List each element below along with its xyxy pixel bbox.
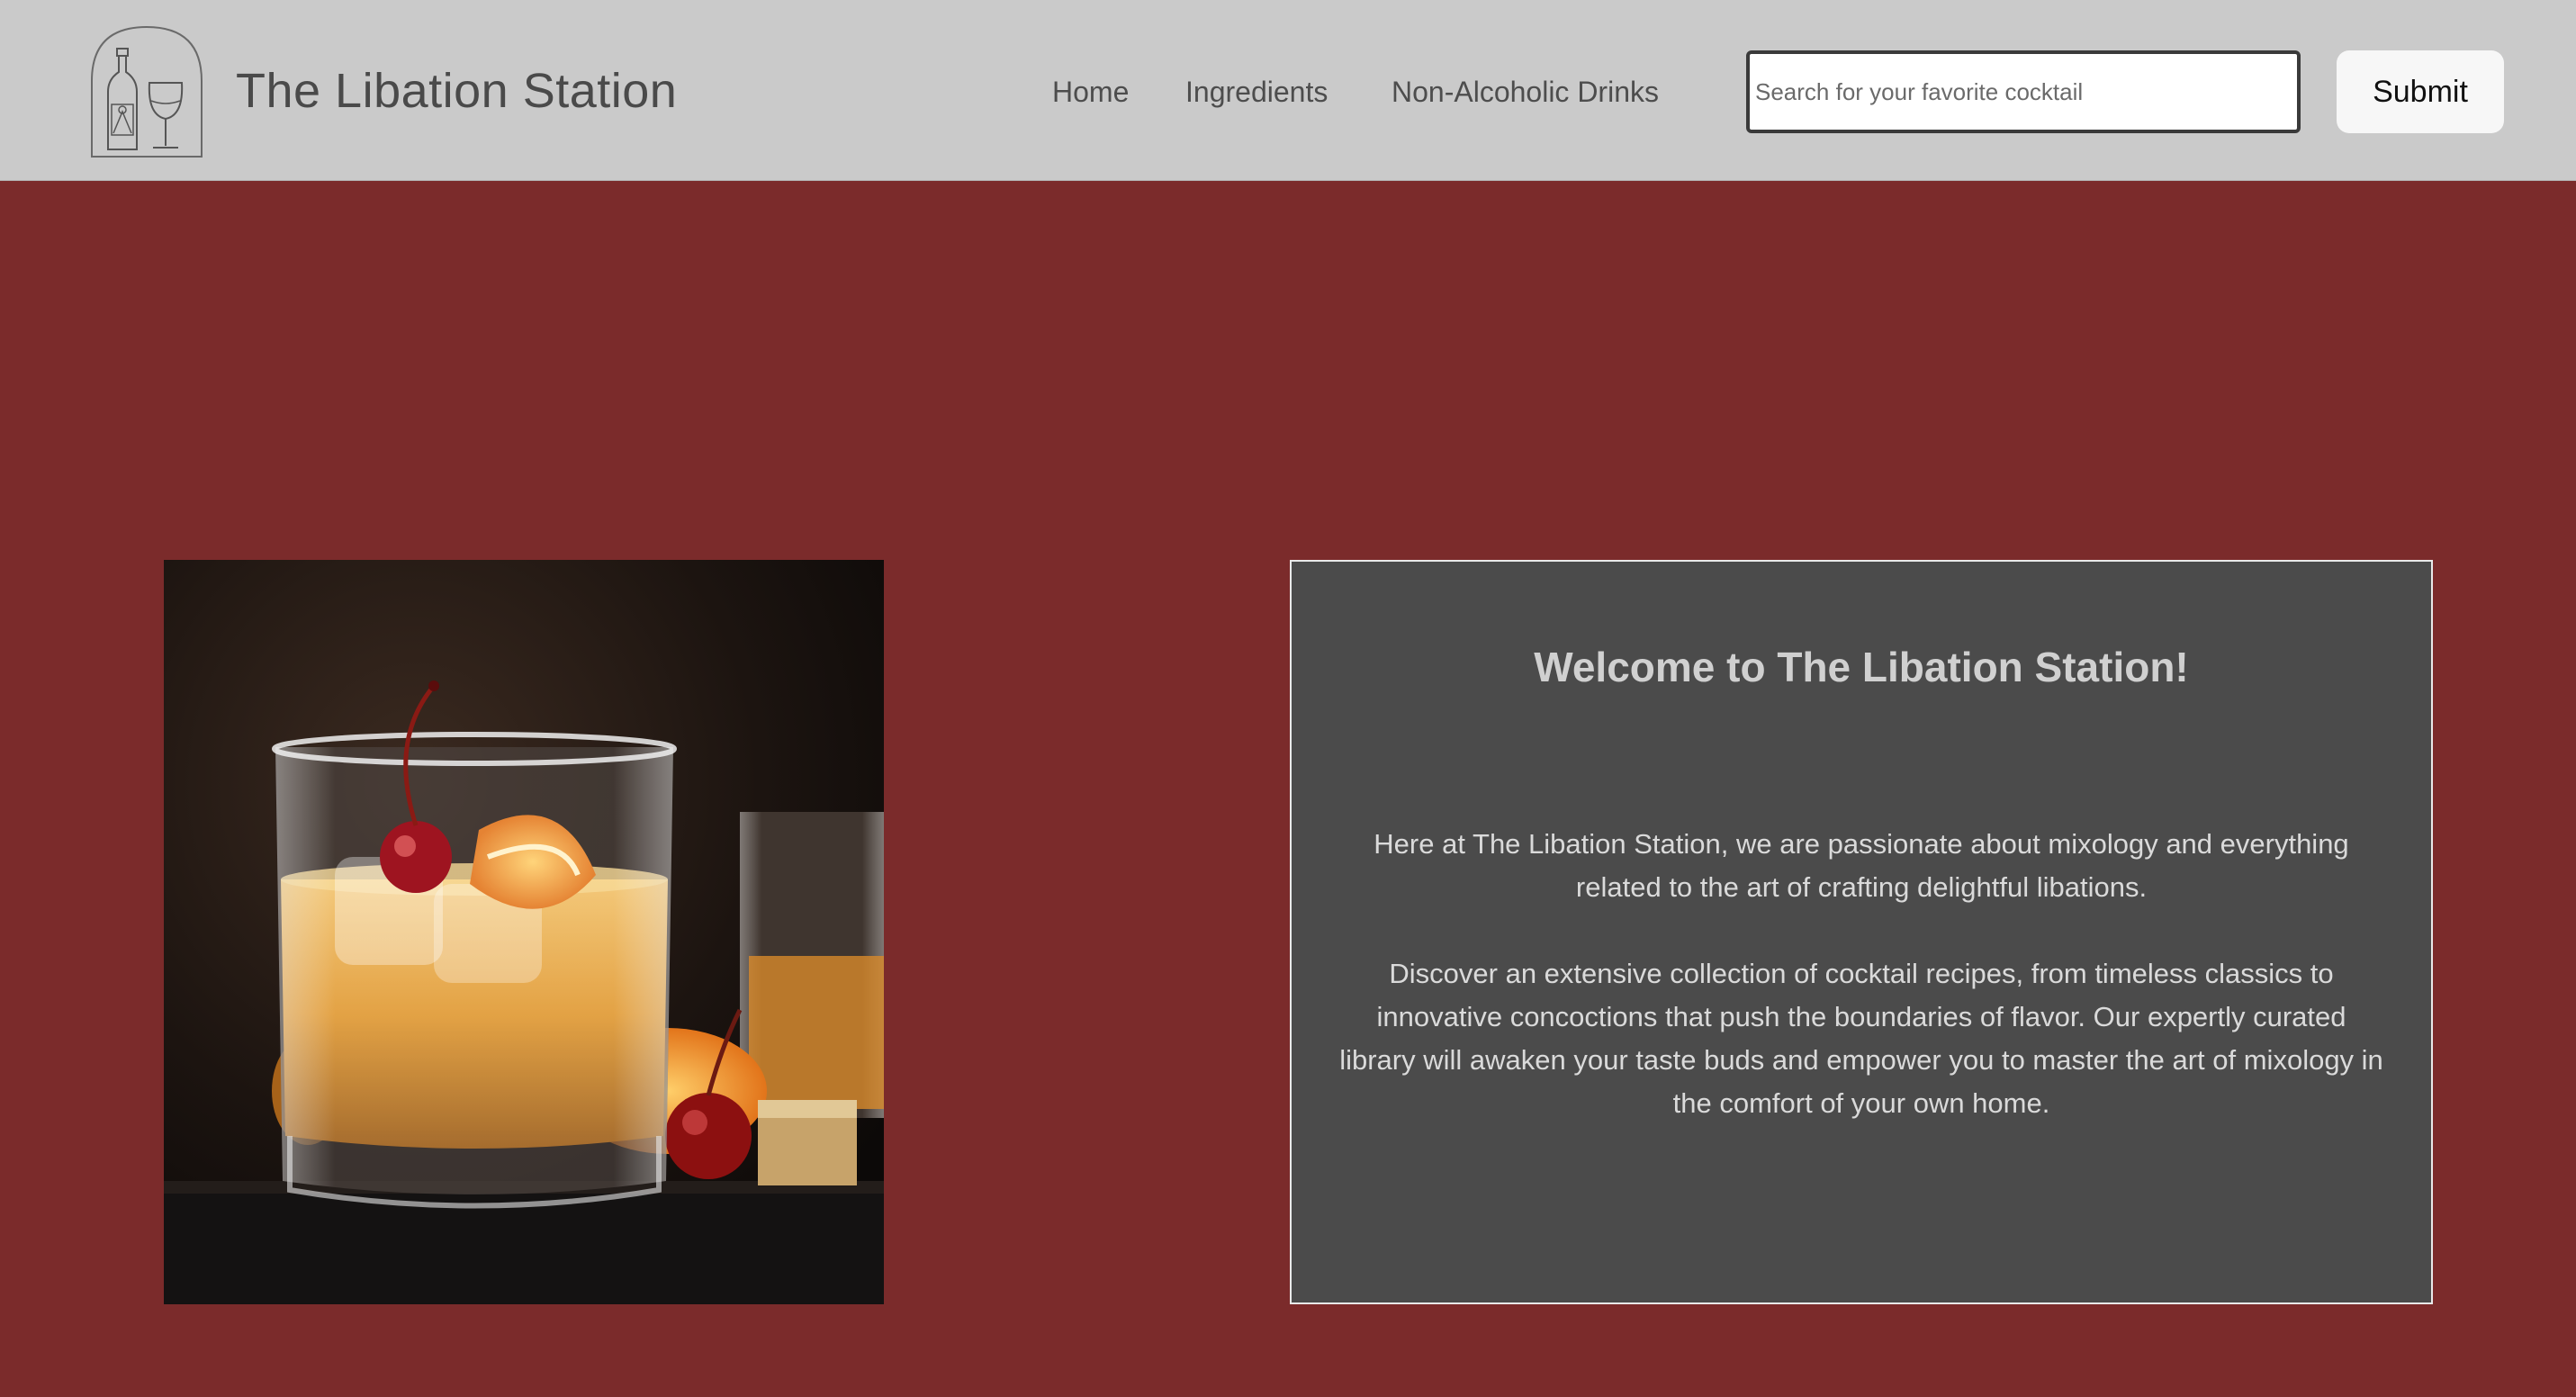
nav-link-non-alcoholic-drinks[interactable]: Non-Alcoholic Drinks [1392, 76, 1659, 109]
welcome-paragraph-discover: Discover an extensive collection of cock… [1339, 958, 2383, 1119]
site-header: The Libation Station Home Ingredients No… [0, 0, 2576, 181]
search-input[interactable] [1746, 50, 2301, 133]
welcome-paragraph-intro: Here at The Libation Station, we are pas… [1374, 828, 2349, 903]
bottle-and-wine-glass-icon[interactable] [90, 25, 203, 158]
page: The Libation Station Home Ingredients No… [0, 0, 2576, 1397]
submit-button[interactable]: Submit [2337, 50, 2504, 133]
old-fashioned-cocktail-photo [164, 560, 884, 1304]
site-title: The Libation Station [236, 64, 678, 118]
welcome-panel: Welcome to The Libation Station! Here at… [1290, 560, 2433, 1304]
nav-link-ingredients[interactable]: Ingredients [1185, 76, 1328, 109]
welcome-title: Welcome to The Libation Station! [1534, 644, 2189, 690]
nav-link-home[interactable]: Home [1052, 76, 1129, 109]
